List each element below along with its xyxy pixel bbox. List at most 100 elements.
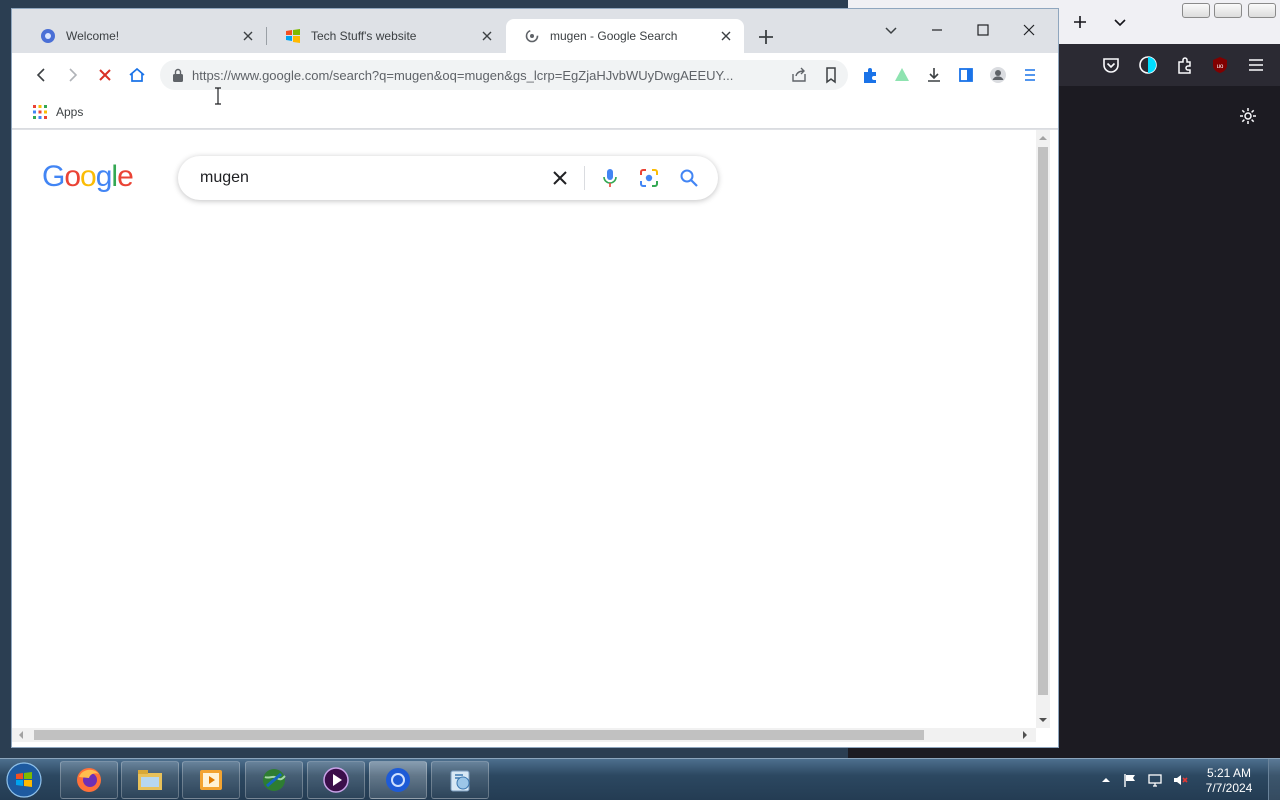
taskbar-firefox[interactable] xyxy=(60,761,118,799)
google-lens-icon[interactable] xyxy=(638,167,660,189)
toolbar: https://www.google.com/search?q=mugen&oq… xyxy=(12,53,1058,97)
scroll-left-icon[interactable] xyxy=(16,730,26,740)
firefox-close-button[interactable] xyxy=(1248,3,1276,18)
clear-search-icon[interactable] xyxy=(550,168,570,188)
logo-letter: g xyxy=(95,160,113,193)
chevron-down-icon xyxy=(885,27,897,35)
profile-avatar-icon[interactable] xyxy=(988,65,1008,85)
windows-taskbar: 5:21 AM 7/7/2024 xyxy=(0,758,1280,800)
apps-label: Apps xyxy=(56,105,84,119)
firefox-icon xyxy=(77,768,101,792)
video-app-icon xyxy=(323,767,349,793)
system-clock[interactable]: 5:21 AM 7/7/2024 xyxy=(1198,766,1260,796)
chrome-icon xyxy=(386,768,410,792)
clock-time: 5:21 AM xyxy=(1206,766,1252,780)
chromium-icon xyxy=(41,29,55,43)
tab-strip: Welcome! Tech Stuff's website mugen - Go… xyxy=(12,9,1058,53)
maximize-button[interactable] xyxy=(960,15,1006,45)
taskbar-chrome[interactable] xyxy=(369,761,427,799)
side-panel-icon[interactable] xyxy=(956,65,976,85)
search-divider xyxy=(584,166,585,190)
tab-search-button[interactable] xyxy=(868,15,914,45)
svg-text:uo: uo xyxy=(1217,64,1224,70)
vertical-scrollbar[interactable] xyxy=(1036,130,1050,728)
tab-title: Tech Stuff's website xyxy=(311,29,417,43)
clock-date: 7/7/2024 xyxy=(1205,781,1253,795)
bookmark-icon[interactable] xyxy=(822,66,840,84)
taskbar-media-player[interactable] xyxy=(182,761,240,799)
share-icon[interactable] xyxy=(790,66,808,84)
start-button[interactable] xyxy=(4,761,44,799)
firefox-minimize-button[interactable] xyxy=(1182,3,1210,18)
search-box[interactable]: mugen xyxy=(178,156,718,200)
media-player-icon xyxy=(200,770,222,790)
network-globe-icon xyxy=(263,769,286,791)
search-icon[interactable] xyxy=(678,167,700,189)
voice-search-icon[interactable] xyxy=(599,167,621,189)
stop-loading-icon[interactable] xyxy=(95,65,115,85)
windows-flag-icon xyxy=(286,29,300,43)
logo-letter: G xyxy=(42,160,65,193)
bookmarks-bar: Apps xyxy=(12,97,1058,129)
horizontal-scrollbar[interactable] xyxy=(12,728,1036,742)
taskbar-network-app[interactable] xyxy=(245,761,303,799)
settings-gear-icon[interactable] xyxy=(1238,106,1258,126)
extension-triangle-icon[interactable] xyxy=(892,65,912,85)
chrome-window: Welcome! Tech Stuff's website mugen - Go… xyxy=(11,8,1059,748)
file-explorer-icon xyxy=(138,770,162,790)
close-tab-icon[interactable] xyxy=(718,28,734,44)
lock-icon[interactable] xyxy=(172,68,184,82)
logo-letter: o xyxy=(80,160,97,193)
taskbar-file-explorer[interactable] xyxy=(121,761,179,799)
scroll-up-icon[interactable] xyxy=(1038,133,1048,143)
new-tab-icon[interactable] xyxy=(756,27,776,47)
search-input[interactable]: mugen xyxy=(200,169,249,187)
firefox-tab-list-icon[interactable] xyxy=(1110,12,1130,32)
google-logo[interactable]: Google xyxy=(42,160,134,194)
vertical-scrollbar-thumb[interactable] xyxy=(1038,147,1048,695)
tab-mugen-google-search[interactable]: mugen - Google Search xyxy=(506,19,744,53)
ublock-origin-icon[interactable]: uo xyxy=(1209,54,1231,76)
logo-letter: o xyxy=(64,160,81,193)
logo-letter: e xyxy=(117,160,134,193)
scroll-right-icon[interactable] xyxy=(1020,730,1030,740)
maximize-icon xyxy=(977,24,989,36)
show-desktop-button[interactable] xyxy=(1268,759,1280,800)
scroll-down-icon[interactable] xyxy=(1038,715,1048,725)
close-tab-icon[interactable] xyxy=(240,28,256,44)
network-icon[interactable] xyxy=(1147,772,1163,788)
address-bar[interactable]: https://www.google.com/search?q=mugen&oq… xyxy=(160,60,848,90)
firefox-restore-button[interactable] xyxy=(1214,3,1242,18)
close-window-button[interactable] xyxy=(1006,15,1052,45)
tab-title: Welcome! xyxy=(66,29,120,43)
tab-title: mugen - Google Search xyxy=(550,29,678,43)
tab-tech-stuff[interactable]: Tech Stuff's website xyxy=(267,19,505,53)
back-icon[interactable] xyxy=(31,65,51,85)
url-text[interactable]: https://www.google.com/search?q=mugen&oq… xyxy=(192,68,776,83)
firefox-menu-icon[interactable] xyxy=(1245,54,1267,76)
close-tab-icon[interactable] xyxy=(479,28,495,44)
taskbar-video-app[interactable] xyxy=(307,761,365,799)
taskbar-utility-app[interactable] xyxy=(431,761,489,799)
horizontal-scrollbar-thumb[interactable] xyxy=(34,730,924,740)
text-cursor-icon xyxy=(215,87,221,105)
volume-muted-icon[interactable] xyxy=(1172,772,1188,788)
firefox-new-tab-icon[interactable] xyxy=(1070,12,1090,32)
tab-welcome[interactable]: Welcome! xyxy=(22,19,266,53)
apps-shortcut[interactable]: Apps xyxy=(32,104,83,120)
forward-icon[interactable] xyxy=(63,65,83,85)
action-center-flag-icon[interactable] xyxy=(1122,772,1138,788)
google-logo-letters: Google xyxy=(42,160,134,193)
minimize-button[interactable] xyxy=(914,15,960,45)
account-sync-icon[interactable] xyxy=(1137,54,1159,76)
show-hidden-icons-icon[interactable] xyxy=(1098,772,1114,788)
loading-icon xyxy=(525,29,539,43)
chrome-menu-icon[interactable] xyxy=(1020,65,1040,85)
extensions-puzzle-icon[interactable] xyxy=(1174,54,1196,76)
utility-icon xyxy=(450,770,470,792)
extension-puzzle-icon[interactable] xyxy=(860,65,880,85)
pocket-icon[interactable] xyxy=(1100,54,1122,76)
home-icon[interactable] xyxy=(127,65,147,85)
download-icon[interactable] xyxy=(924,65,944,85)
page-content: Google mugen xyxy=(12,130,1058,747)
